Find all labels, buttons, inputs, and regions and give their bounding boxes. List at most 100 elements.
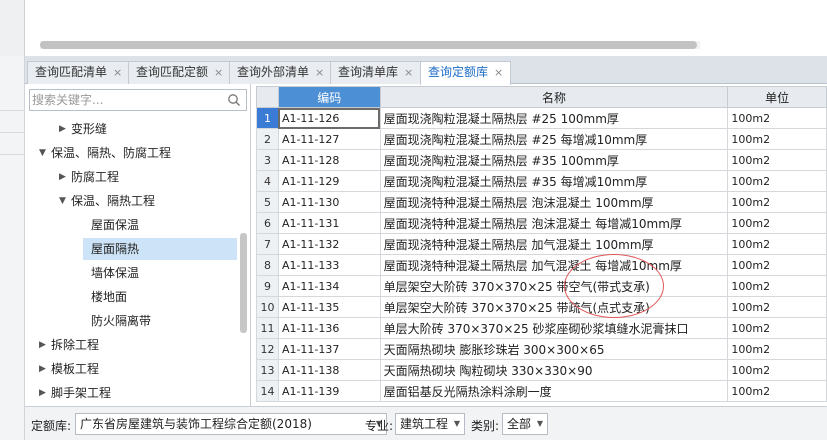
tree-item[interactable]: 防火隔离带 [25, 310, 237, 332]
code-cell[interactable]: A1-11-130 [277, 191, 381, 213]
row-number-cell[interactable]: 2 [256, 128, 279, 150]
name-cell[interactable]: 屋面现浇陶粒混凝土隔热层 #25 100mm厚 [379, 107, 729, 129]
name-cell[interactable]: 屋面现浇陶粒混凝土隔热层 #35 每增减10mm厚 [379, 170, 729, 192]
code-cell[interactable]: A1-11-131 [277, 212, 381, 234]
table-row[interactable]: 9 A1-11-134 单层架空大阶砖 370×370×25 带空气(带式支承) 10… [256, 275, 827, 297]
tab-query-match-list[interactable]: 查询匹配清单 × [27, 61, 131, 84]
tab-query-external-list[interactable]: 查询外部清单 × [229, 61, 333, 84]
unit-cell[interactable]: 100m2 [727, 359, 827, 381]
tree-item[interactable]: 屋面隔热 [83, 238, 237, 260]
tree-item[interactable]: ▶ 模板工程 [25, 358, 237, 380]
code-cell[interactable]: A1-11-136 [277, 317, 381, 339]
table-row[interactable]: 1 A1-11-126 屋面现浇陶粒混凝土隔热层 #25 100mm厚 100m2 [256, 107, 827, 129]
close-icon[interactable]: × [494, 66, 503, 79]
name-cell[interactable]: 屋面现浇特种混凝土隔热层 泡沫混凝土 100mm厚 [379, 191, 729, 213]
row-number-cell[interactable]: 11 [256, 317, 279, 339]
column-header-code[interactable]: 编码 [277, 86, 381, 108]
name-cell[interactable]: 天面隔热砌块 陶粒砌块 330×330×90 [379, 359, 729, 381]
collapse-arrow-icon[interactable]: ▶ [59, 118, 66, 140]
tree-item[interactable]: ▼ 保温、隔热、防腐工程 [25, 142, 237, 164]
search-icon[interactable] [227, 93, 241, 107]
row-number-cell[interactable]: 8 [256, 254, 279, 276]
close-icon[interactable]: × [404, 66, 413, 79]
row-number-cell[interactable]: 4 [256, 170, 279, 192]
collapse-arrow-icon[interactable]: ▶ [39, 382, 46, 404]
row-number-cell[interactable]: 5 [256, 191, 279, 213]
row-number-cell[interactable]: 1 [256, 107, 279, 129]
row-number-cell[interactable]: 6 [256, 212, 279, 234]
code-cell[interactable]: A1-11-127 [277, 128, 381, 150]
table-row[interactable]: 10 A1-11-135 单层架空大阶砖 370×370×25 带疏气(点式支承) 1… [256, 296, 827, 318]
unit-cell[interactable]: 100m2 [727, 317, 827, 339]
unit-cell[interactable]: 100m2 [727, 233, 827, 255]
table-row[interactable]: 8 A1-11-133 屋面现浇特种混凝土隔热层 加气混凝土 每增减10mm厚 100… [256, 254, 827, 276]
tab-query-quota-library[interactable]: 查询定额库 × [420, 61, 512, 85]
name-cell[interactable]: 屋面现浇陶粒混凝土隔热层 #35 100mm厚 [379, 149, 729, 171]
tab-query-list-library[interactable]: 查询清单库 × [330, 61, 422, 84]
row-number-cell[interactable]: 13 [256, 359, 279, 381]
column-header-name[interactable]: 名称 [379, 86, 729, 108]
category-select[interactable]: 全部 ▼ [502, 413, 548, 435]
code-cell[interactable]: A1-11-135 [277, 296, 381, 318]
quota-library-select[interactable]: 广东省房屋建筑与装饰工程综合定额(2018) ▼ [75, 413, 387, 435]
code-cell[interactable]: A1-11-129 [277, 170, 381, 192]
unit-cell[interactable]: 100m2 [727, 149, 827, 171]
code-cell[interactable]: A1-11-137 [277, 338, 381, 360]
unit-cell[interactable]: 100m2 [727, 254, 827, 276]
collapse-arrow-icon[interactable]: ▶ [59, 166, 66, 188]
table-row[interactable]: 7 A1-11-132 屋面现浇特种混凝土隔热层 加气混凝土 100mm厚 100m2 [256, 233, 827, 255]
row-number-cell[interactable]: 14 [256, 380, 279, 402]
tree-item[interactable]: ▶ 脚手架工程 [25, 382, 237, 404]
tree-item[interactable]: ▶ 拆除工程 [25, 334, 237, 356]
unit-cell[interactable]: 100m2 [727, 170, 827, 192]
column-header-unit[interactable]: 单位 [727, 86, 827, 108]
unit-cell[interactable]: 100m2 [727, 191, 827, 213]
tab-query-match-quota[interactable]: 查询匹配定额 × [128, 61, 232, 84]
row-number-cell[interactable]: 9 [256, 275, 279, 297]
close-icon[interactable]: × [113, 66, 122, 79]
name-cell[interactable]: 屋面现浇特种混凝土隔热层 加气混凝土 100mm厚 [379, 233, 729, 255]
unit-cell[interactable]: 100m2 [727, 380, 827, 402]
tree-item[interactable]: 屋面保温 [25, 214, 237, 236]
code-cell[interactable]: A1-11-134 [277, 275, 381, 297]
table-row[interactable]: 5 A1-11-130 屋面现浇特种混凝土隔热层 泡沫混凝土 100mm厚 100m2 [256, 191, 827, 213]
name-cell[interactable]: 单层架空大阶砖 370×370×25 带空气(带式支承) [379, 275, 729, 297]
name-cell[interactable]: 屋面铝基反光隔热涂料涂刷一度 [379, 380, 729, 402]
unit-cell[interactable]: 100m2 [727, 275, 827, 297]
search-box[interactable] [29, 89, 247, 111]
name-cell[interactable]: 单层架空大阶砖 370×370×25 带疏气(点式支承) [379, 296, 729, 318]
code-cell[interactable]: A1-11-132 [277, 233, 381, 255]
tree-item[interactable]: ▶ 防腐工程 [25, 166, 237, 188]
tree-item[interactable]: ▶ 变形缝 [25, 118, 237, 140]
horizontal-scrollbar-thumb[interactable] [40, 41, 697, 49]
row-number-cell[interactable]: 3 [256, 149, 279, 171]
table-row[interactable]: 11 A1-11-136 单层大阶砖 370×370×25 砂浆座砌砂浆填缝水泥膏抹… [256, 317, 827, 339]
tree-item[interactable]: ▼ 保温、隔热工程 [25, 190, 237, 212]
code-cell[interactable]: A1-11-138 [277, 359, 381, 381]
table-row[interactable]: 13 A1-11-138 天面隔热砌块 陶粒砌块 330×330×90 100m2 [256, 359, 827, 381]
table-row[interactable]: 6 A1-11-131 屋面现浇特种混凝土隔热层 泡沫混凝土 每增减10mm厚 100… [256, 212, 827, 234]
code-cell[interactable]: A1-11-126 [277, 107, 381, 129]
close-icon[interactable]: × [315, 66, 324, 79]
collapse-arrow-icon[interactable]: ▶ [39, 358, 46, 380]
table-row[interactable]: 3 A1-11-128 屋面现浇陶粒混凝土隔热层 #35 100mm厚 100m2 [256, 149, 827, 171]
search-input[interactable] [32, 91, 222, 109]
table-row[interactable]: 2 A1-11-127 屋面现浇陶粒混凝土隔热层 #25 每增减10mm厚 100m2 [256, 128, 827, 150]
code-cell[interactable]: A1-11-128 [277, 149, 381, 171]
tree-item[interactable]: 楼地面 [25, 286, 237, 308]
unit-cell[interactable]: 100m2 [727, 338, 827, 360]
tree-scrollbar-thumb[interactable] [240, 233, 247, 333]
name-cell[interactable]: 屋面现浇陶粒混凝土隔热层 #25 每增减10mm厚 [379, 128, 729, 150]
row-number-cell[interactable]: 7 [256, 233, 279, 255]
row-number-cell[interactable]: 10 [256, 296, 279, 318]
tree-item[interactable]: 墙体保温 [25, 262, 237, 284]
table-row[interactable]: 14 A1-11-139 屋面铝基反光隔热涂料涂刷一度 100m2 [256, 380, 827, 402]
unit-cell[interactable]: 100m2 [727, 107, 827, 129]
name-cell[interactable]: 屋面现浇特种混凝土隔热层 泡沫混凝土 每增减10mm厚 [379, 212, 729, 234]
close-icon[interactable]: × [214, 66, 223, 79]
collapse-arrow-icon[interactable]: ▶ [39, 334, 46, 356]
name-cell[interactable]: 天面隔热砌块 膨胀珍珠岩 300×300×65 [379, 338, 729, 360]
unit-cell[interactable]: 100m2 [727, 296, 827, 318]
code-cell[interactable]: A1-11-133 [277, 254, 381, 276]
table-row[interactable]: 12 A1-11-137 天面隔热砌块 膨胀珍珠岩 300×300×65 100m2 [256, 338, 827, 360]
